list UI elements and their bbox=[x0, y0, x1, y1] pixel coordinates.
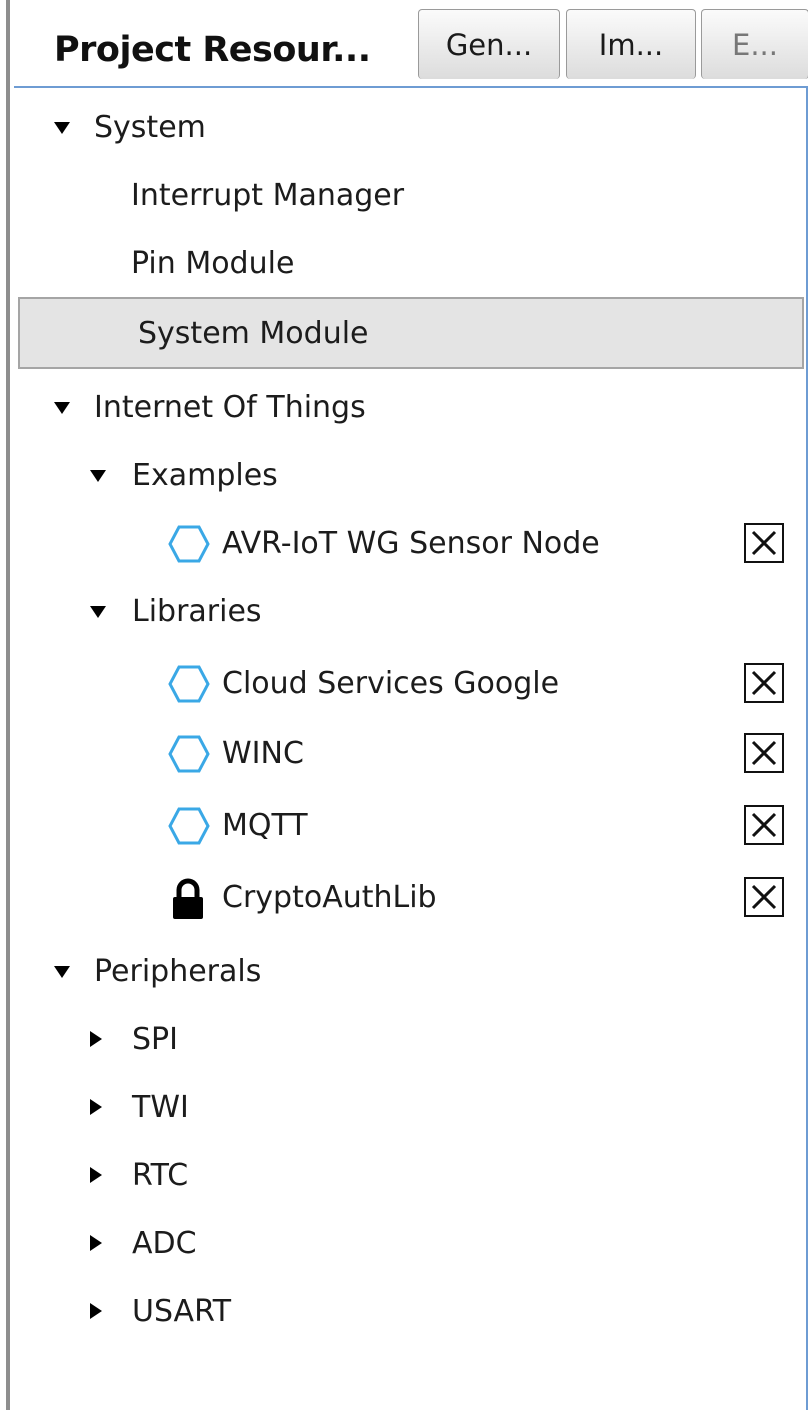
hexagon-icon bbox=[168, 525, 210, 563]
tree-item-cloud-services-google[interactable]: Cloud Services Google bbox=[14, 649, 802, 717]
expand-arrow-icon[interactable] bbox=[54, 966, 70, 978]
tree-item-winc[interactable]: WINC bbox=[14, 719, 802, 787]
remove-button[interactable] bbox=[744, 663, 784, 703]
hexagon-icon bbox=[168, 735, 210, 773]
tree-item-label: AVR-IoT WG Sensor Node bbox=[222, 526, 600, 561]
tree-node-rtc[interactable]: RTC bbox=[14, 1141, 802, 1209]
tree-item-cryptoauthlib[interactable]: CryptoAuthLib bbox=[14, 863, 802, 931]
tree-node-label: ADC bbox=[132, 1226, 197, 1261]
collapse-arrow-icon[interactable] bbox=[90, 1031, 102, 1047]
tree-item-pin-module[interactable]: Pin Module bbox=[14, 229, 802, 297]
collapse-arrow-icon[interactable] bbox=[90, 1167, 102, 1183]
tree-node-label: Peripherals bbox=[94, 954, 262, 989]
expand-arrow-icon[interactable] bbox=[90, 470, 106, 482]
tree-item-avr-iot-wg-sensor-node[interactable]: AVR-IoT WG Sensor Node bbox=[14, 509, 802, 577]
tree-item-interrupt-manager[interactable]: Interrupt Manager bbox=[14, 161, 802, 229]
close-icon bbox=[751, 530, 777, 556]
tree-node-system[interactable]: System bbox=[14, 93, 802, 161]
hexagon-icon bbox=[168, 665, 210, 703]
tree-item-label: MQTT bbox=[222, 808, 308, 843]
close-icon bbox=[751, 812, 777, 838]
tree-node-label: SPI bbox=[132, 1022, 178, 1057]
tree-node-peripherals[interactable]: Peripherals bbox=[14, 937, 802, 1005]
close-icon bbox=[751, 740, 777, 766]
generate-button[interactable]: Gen... bbox=[418, 9, 560, 79]
left-frame-border bbox=[6, 0, 10, 1410]
import-button[interactable]: Im... bbox=[566, 9, 696, 79]
tree-node-adc[interactable]: ADC bbox=[14, 1209, 802, 1277]
hexagon-icon bbox=[168, 807, 210, 845]
tree-node-libraries[interactable]: Libraries bbox=[14, 577, 802, 645]
tree-item-label: CryptoAuthLib bbox=[222, 880, 437, 915]
tree-node-label: TWI bbox=[132, 1090, 189, 1125]
tree-node-label: System bbox=[94, 110, 206, 145]
collapse-arrow-icon[interactable] bbox=[90, 1303, 102, 1319]
tree-item-label: Cloud Services Google bbox=[222, 666, 560, 701]
tree-node-internet-of-things[interactable]: Internet Of Things bbox=[14, 373, 802, 441]
export-button[interactable]: E... bbox=[701, 9, 808, 79]
collapse-arrow-icon[interactable] bbox=[90, 1235, 102, 1251]
lock-icon bbox=[173, 878, 203, 919]
close-icon bbox=[751, 884, 777, 910]
project-resources-tree: System Interrupt Manager Pin Module Syst… bbox=[14, 86, 808, 1410]
close-icon bbox=[751, 670, 777, 696]
expand-arrow-icon[interactable] bbox=[90, 606, 106, 618]
expand-arrow-icon[interactable] bbox=[54, 122, 70, 134]
tree-node-label: USART bbox=[132, 1294, 232, 1329]
expand-arrow-icon[interactable] bbox=[54, 402, 70, 414]
tree-item-label: System Module bbox=[138, 316, 369, 351]
tree-item-system-module[interactable]: System Module bbox=[18, 297, 804, 369]
tree-node-examples[interactable]: Examples bbox=[14, 441, 802, 509]
collapse-arrow-icon[interactable] bbox=[90, 1099, 102, 1115]
tree-item-mqtt[interactable]: MQTT bbox=[14, 791, 802, 859]
remove-button[interactable] bbox=[744, 733, 784, 773]
tree-node-usart[interactable]: USART bbox=[14, 1277, 802, 1345]
remove-button[interactable] bbox=[744, 805, 784, 845]
tree-node-twi[interactable]: TWI bbox=[14, 1073, 802, 1141]
panel-title: Project Resour... bbox=[54, 30, 371, 70]
panel-header: Project Resour... Gen... Im... E... bbox=[0, 0, 808, 86]
tree-node-label: Internet Of Things bbox=[94, 390, 366, 425]
tree-node-spi[interactable]: SPI bbox=[14, 1005, 802, 1073]
tree-node-label: Libraries bbox=[132, 594, 262, 629]
tree-node-label: RTC bbox=[132, 1158, 189, 1193]
tree-item-label: Pin Module bbox=[131, 246, 295, 281]
remove-button[interactable] bbox=[744, 523, 784, 563]
tree-item-label: WINC bbox=[222, 736, 304, 771]
tree-node-label: Examples bbox=[132, 458, 278, 493]
tree-item-label: Interrupt Manager bbox=[131, 178, 405, 213]
remove-button[interactable] bbox=[744, 877, 784, 917]
